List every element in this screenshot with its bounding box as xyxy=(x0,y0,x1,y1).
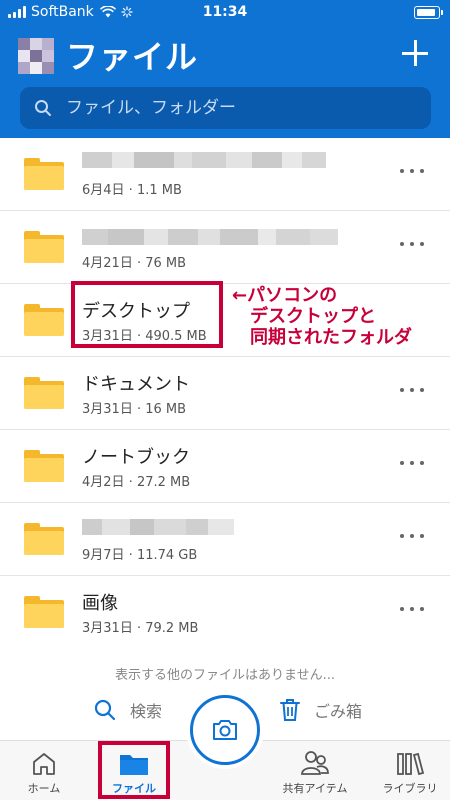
library-icon xyxy=(397,752,424,776)
more-icon[interactable] xyxy=(400,602,424,616)
file-row[interactable]: 4月21日 · 76 MB xyxy=(0,211,450,284)
people-icon xyxy=(301,751,329,775)
file-meta: 9月7日 · 11.74 GB xyxy=(82,548,198,563)
file-meta: 6月4日 · 1.1 MB xyxy=(82,183,182,198)
annotation-line: 同期されたフォルダ xyxy=(250,327,412,348)
folder-icon xyxy=(24,596,64,628)
file-list: 6月4日 · 1.1 MB 4月21日 · 76 MB デスクトップ 3月31日… xyxy=(0,138,450,649)
file-meta: 3月31日 · 79.2 MB xyxy=(82,621,199,636)
header: ファイル xyxy=(0,26,450,138)
file-row[interactable]: ドキュメント 3月31日 · 16 MB xyxy=(0,357,450,430)
file-name: ノートブック xyxy=(82,447,190,468)
camera-button[interactable] xyxy=(190,695,260,765)
search-button[interactable]: 検索 xyxy=(94,695,162,725)
nav-library-label: ライブラリ xyxy=(382,782,438,795)
file-meta: 4月2日 · 27.2 MB xyxy=(82,475,191,490)
search-icon xyxy=(94,699,116,721)
more-icon[interactable] xyxy=(400,237,424,251)
add-icon[interactable] xyxy=(400,38,430,68)
file-name: 画像 xyxy=(82,593,118,614)
trash-button-label: ごみ箱 xyxy=(314,702,363,721)
no-more-files-text: 表示する他のファイルはありません... xyxy=(114,668,335,683)
folder-icon xyxy=(24,231,64,263)
folder-icon xyxy=(24,523,64,555)
trash-icon xyxy=(280,699,300,721)
status-time: 11:34 xyxy=(202,4,248,20)
folder-icon xyxy=(24,304,64,336)
redacted-name xyxy=(82,229,338,245)
search-icon xyxy=(35,100,51,116)
file-row[interactable]: ノートブック 4月2日 · 27.2 MB xyxy=(0,430,450,503)
home-icon xyxy=(33,753,55,775)
redacted-name xyxy=(82,519,234,535)
file-row[interactable]: 6月4日 · 1.1 MB xyxy=(0,138,450,211)
folder-icon xyxy=(24,450,64,482)
search-input[interactable] xyxy=(66,87,416,129)
file-meta: 3月31日 · 16 MB xyxy=(82,402,187,417)
folder-icon xyxy=(24,158,64,190)
status-bar: SoftBank 11:34 xyxy=(0,0,450,26)
nav-home-label: ホーム xyxy=(27,782,61,795)
more-icon[interactable] xyxy=(400,529,424,543)
more-icon[interactable] xyxy=(400,456,424,470)
more-icon[interactable] xyxy=(400,383,424,397)
search-bar[interactable] xyxy=(20,87,431,129)
folder-icon xyxy=(24,377,64,409)
annotation-text: ←パソコンの デスクトップと 同期されたフォルダ xyxy=(232,285,412,348)
nav-shared[interactable]: 共有アイテム xyxy=(275,749,355,796)
camera-icon xyxy=(213,720,237,740)
annotation-line: デスクトップと xyxy=(250,306,376,327)
file-meta: 4月21日 · 76 MB xyxy=(82,256,187,271)
page-title: ファイル xyxy=(66,38,199,76)
annotation-line: ←パソコンの xyxy=(232,285,338,306)
file-row[interactable]: 9月7日 · 11.74 GB xyxy=(0,503,450,576)
trash-button[interactable]: ごみ箱 xyxy=(280,695,362,725)
file-row[interactable]: 画像 3月31日 · 79.2 MB xyxy=(0,576,450,649)
battery-icon xyxy=(414,6,443,19)
nav-library[interactable]: ライブラリ xyxy=(370,749,450,796)
files-tab-highlight-box xyxy=(98,741,170,799)
nav-home[interactable]: ホーム xyxy=(4,749,84,796)
avatar[interactable] xyxy=(18,38,54,74)
file-name: ドキュメント xyxy=(82,374,190,395)
redacted-name xyxy=(82,152,326,168)
nav-shared-label: 共有アイテム xyxy=(282,782,348,795)
more-icon[interactable] xyxy=(400,164,424,178)
desktop-highlight-box xyxy=(71,281,223,348)
search-button-label: 検索 xyxy=(130,702,163,721)
